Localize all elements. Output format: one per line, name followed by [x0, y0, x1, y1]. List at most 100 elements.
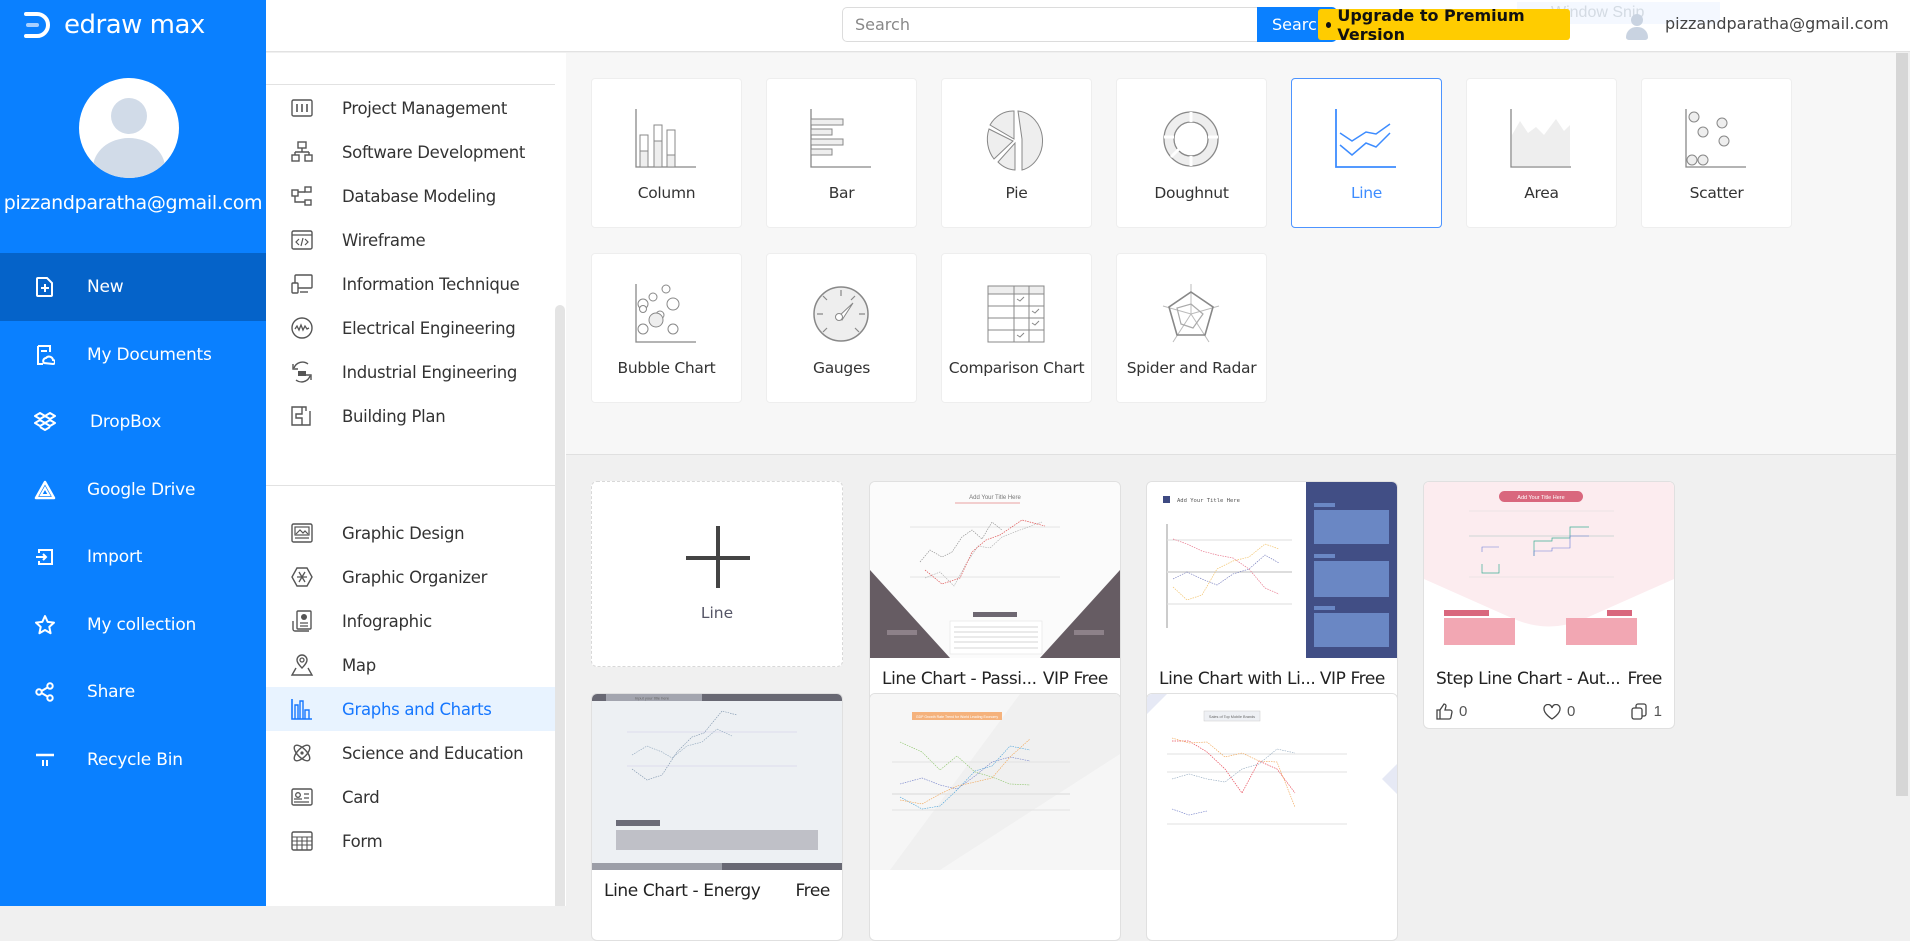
chart-type-scatter[interactable]: Scatter	[1641, 78, 1792, 228]
sidebar-item-dropbox[interactable]: DropBox	[0, 388, 266, 456]
information-technique-icon	[291, 274, 313, 294]
category-label: Card	[342, 787, 380, 807]
category-item-graphs-and-charts[interactable]: Graphs and Charts	[266, 687, 555, 731]
chart-type-pie[interactable]: Pie	[941, 78, 1092, 228]
chart-type-gauges[interactable]: Gauges	[766, 253, 917, 403]
sidebar-item-new[interactable]: New	[0, 253, 266, 321]
star-icon	[34, 614, 56, 636]
template-thumbnail: Add Your Title Here	[1424, 482, 1674, 658]
category-item-graphic-organizer[interactable]: Graphic Organizer	[266, 555, 555, 599]
svg-text:Add Your Title Here: Add Your Title Here	[1177, 498, 1240, 504]
chart-type-label: Pie	[1005, 184, 1028, 202]
chart-type-label: Area	[1524, 184, 1559, 202]
atom-icon	[293, 744, 311, 762]
new-card-label: Line	[700, 604, 734, 622]
template-card[interactable]: Add Your Title Here Step Line Chart - Aut…	[1423, 481, 1675, 729]
category-item-card[interactable]: Card	[266, 775, 555, 819]
template-card[interactable]: Add Your Title Here Line Chart with Li...…	[1146, 481, 1398, 729]
sidebar-item-google-drive[interactable]: Google Drive	[0, 456, 266, 524]
plus-icon-bar	[686, 556, 750, 560]
radar-chart-icon	[1162, 284, 1220, 343]
category-label: Software Development	[342, 142, 526, 162]
category-item-form[interactable]: Form	[266, 819, 555, 863]
new-blank-line-card[interactable]: Line	[591, 481, 843, 667]
chart-type-label: Doughnut	[1154, 184, 1229, 202]
category-item-software-development[interactable]: Software Development	[266, 130, 555, 174]
template-card[interactable]: Sales of Top Mobile Brands	[1146, 693, 1398, 941]
category-item-infographic[interactable]: Infographic	[266, 599, 555, 643]
app-logo[interactable]: edraw max	[22, 10, 205, 40]
category-item-database-modeling[interactable]: Database Modeling	[266, 174, 555, 218]
template-thumbnail: Sales of Top Mobile Brands	[1147, 694, 1397, 870]
chart-type-label: Line	[1350, 184, 1383, 202]
thumb-title: Sales of Top Mobile Brands	[1209, 715, 1255, 719]
copy-count: 1	[1653, 703, 1662, 720]
category-label: Infographic	[342, 611, 432, 631]
sidebar-item-my-documents[interactable]: My Documents	[0, 321, 266, 389]
sidebar-item-import[interactable]: Import	[0, 523, 266, 591]
column-chart-icon	[635, 109, 696, 168]
template-price-badge: VIP Free	[1319, 669, 1386, 689]
template-title: Line Chart with Li...	[1159, 669, 1316, 689]
category-item-map[interactable]: Map	[266, 643, 555, 687]
graphic-design-icon	[291, 523, 313, 543]
template-thumbnail-wrapper: Add Your Title Here	[1147, 482, 1397, 658]
like-button[interactable]: 0	[1436, 703, 1467, 720]
logo-text: edraw max	[64, 10, 205, 40]
chart-type-line[interactable]: Line	[1291, 78, 1442, 228]
sidebar-user-email: pizzandparatha@gmail.com	[3, 192, 263, 214]
category-label: Building Plan	[342, 406, 446, 426]
chart-type-spider-and-radar[interactable]: Spider and Radar	[1116, 253, 1267, 403]
category-label: Electrical Engineering	[342, 318, 516, 338]
template-card[interactable]: Input your title here Line Chart - Energy…	[591, 693, 843, 941]
category-item-project-management[interactable]: Project Management	[266, 86, 555, 130]
chart-type-comparison-chart[interactable]: Comparison Chart	[941, 253, 1092, 403]
template-card[interactable]: GDP Growth Rate Trend for World Leading …	[869, 693, 1121, 941]
chart-type-label: Spider and Radar	[1126, 359, 1257, 377]
sidebar-item-my-collection[interactable]: My collection	[0, 591, 266, 659]
chart-type-column[interactable]: Column	[591, 78, 742, 228]
dropbox-icon	[34, 411, 56, 433]
chart-type-doughnut[interactable]: Doughnut	[1116, 78, 1267, 228]
category-item-wireframe[interactable]: Wireframe	[266, 218, 555, 262]
favorite-button[interactable]: 0	[1543, 703, 1575, 720]
template-price-badge: VIP Free	[1042, 669, 1109, 689]
avatar[interactable]	[79, 78, 179, 178]
gauge-icon	[813, 286, 869, 342]
edraw-logo-icon	[24, 12, 50, 38]
divider	[266, 84, 555, 85]
template-title: Line Chart - Passi...	[882, 669, 1037, 689]
sidebar-item-label: Google Drive	[87, 480, 196, 500]
share-icon	[34, 681, 56, 703]
chart-type-area[interactable]: Area	[1466, 78, 1617, 228]
category-item-electrical-engineering[interactable]: Electrical Engineering	[266, 306, 555, 350]
category-item-information-technique[interactable]: Information Technique	[266, 262, 555, 306]
area-chart-icon	[1510, 109, 1571, 168]
category-item-industrial-engineering[interactable]: Industrial Engineering	[266, 350, 555, 394]
divider	[266, 485, 555, 486]
sidebar: edraw max pizzandparatha@gmail.com New M…	[0, 0, 266, 906]
top-user-email[interactable]: pizzandparatha@gmail.com	[1665, 14, 1889, 33]
category-item-science-and-education[interactable]: Science and Education	[266, 731, 555, 775]
upgrade-premium-button[interactable]: Upgrade to Premium Version	[1318, 6, 1570, 44]
template-card[interactable]: Add Your Title Here Line Chart - Passi...…	[869, 481, 1121, 729]
thumb-title: Add Your Title Here	[1517, 495, 1564, 501]
sidebar-item-share[interactable]: Share	[0, 658, 266, 726]
category-item-graphic-design[interactable]: Graphic Design	[266, 511, 555, 555]
bar-chart-icon	[810, 109, 871, 168]
template-thumbnail: Add Your Title Here	[1147, 482, 1397, 658]
template-thumbnail-wrapper: GDP Growth Rate Trend for World Leading …	[870, 694, 1120, 870]
user-avatar-icon[interactable]	[1626, 14, 1648, 40]
main-scrollbar[interactable]	[1896, 53, 1908, 796]
category-panel: Project Management Software Development Da…	[266, 53, 566, 906]
search-input[interactable]	[842, 7, 1260, 42]
duplicate-button[interactable]: 1	[1631, 703, 1662, 720]
category-item-building-plan[interactable]: Building Plan	[266, 394, 555, 438]
sidebar-item-recycle-bin[interactable]: Recycle Bin	[0, 726, 266, 794]
category-scrollbar[interactable]	[555, 305, 565, 906]
chart-type-bar[interactable]: Bar	[766, 78, 917, 228]
category-label: Graphic Organizer	[342, 567, 488, 587]
graphs-charts-icon	[291, 699, 312, 720]
chart-type-bubble-chart[interactable]: Bubble Chart	[591, 253, 742, 403]
chart-type-label: Comparison Chart	[948, 359, 1085, 377]
